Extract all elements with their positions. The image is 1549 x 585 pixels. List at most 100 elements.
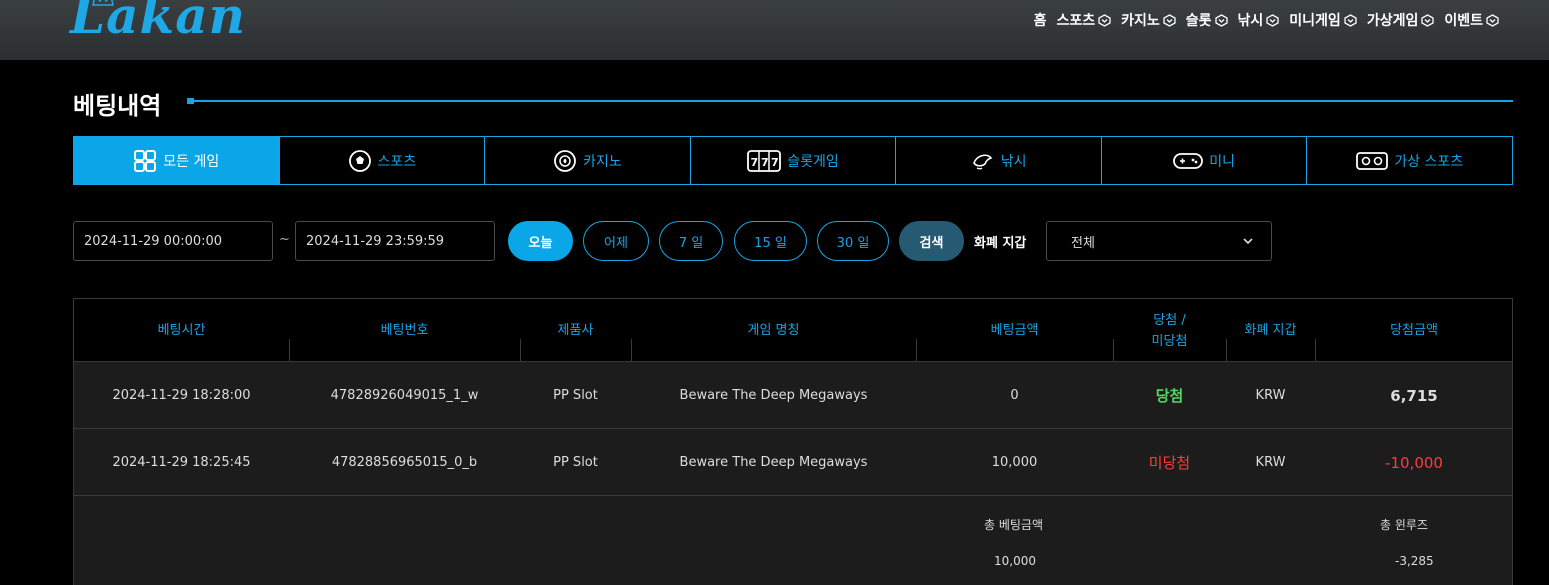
cell-bet: 10,000	[991, 455, 1038, 470]
gamepad-icon	[1173, 149, 1204, 173]
menu-chevron-icon	[1486, 13, 1499, 27]
column-divider	[1315, 339, 1316, 361]
search-button[interactable]: 검색	[899, 221, 964, 261]
tab-label: 스포츠	[377, 153, 417, 170]
column-divider	[1113, 339, 1114, 361]
poker-chip-icon	[553, 149, 577, 173]
brand-logo[interactable]: Lakan	[70, 0, 246, 45]
svg-text:7: 7	[761, 156, 769, 169]
vr-headset-icon	[1356, 149, 1389, 173]
column-header: 당첨 / 미당첨	[1151, 312, 1188, 349]
menu-chevron-icon	[1344, 13, 1357, 27]
cell-id: 47828856965015_0_b	[331, 455, 478, 470]
tab-label: 슬롯게임	[787, 153, 839, 170]
nav-item-label: 가상게임	[1366, 13, 1419, 29]
tab-4[interactable]: 낚시	[895, 137, 1101, 184]
soccer-ball-icon	[348, 149, 372, 173]
column-divider	[1226, 339, 1227, 361]
column-divider	[631, 339, 632, 361]
date-to-input[interactable]	[295, 221, 495, 261]
currency-wallet-value: 전체	[1071, 235, 1095, 251]
quick-range-button[interactable]: 7 일	[659, 221, 723, 261]
currency-wallet-select[interactable]: 전체	[1046, 221, 1272, 261]
cell-game: Beware The Deep Megaways	[679, 388, 868, 403]
nav-item-label: 홈	[1033, 13, 1047, 29]
main-nav: 홈 스포츠 카지노 슬롯 낚시 미니게임 가상게임 이벤트	[1034, 10, 1499, 30]
tab-label: 가상 스포츠	[1394, 153, 1464, 170]
quick-range-button[interactable]: 어제	[583, 221, 649, 261]
table-header: 베팅시간 베팅번호 제품사 게임 명칭 베팅금액 당첨 / 미당첨 화폐 지갑 당첨금액	[74, 299, 1512, 362]
column-header: 당첨금액	[1390, 323, 1438, 338]
date-from-input[interactable]	[73, 221, 273, 261]
game-category-tabs: 모든 게임 스포츠 카지노 7 7 7 슬롯게임 낚시 미니 가상 스포츠	[73, 136, 1513, 185]
total-winloss-value: -3,285	[1395, 554, 1434, 568]
column-header: 화폐 지갑	[1244, 323, 1297, 338]
page-title: 베팅내역	[73, 92, 162, 120]
tab-label: 카지노	[583, 153, 622, 170]
nav-item[interactable]: 슬롯	[1186, 10, 1228, 30]
quick-range-button[interactable]: 30 일	[817, 221, 889, 261]
cell-currency: KRW	[1255, 388, 1286, 403]
cell-bet: 0	[1010, 388, 1019, 403]
menu-chevron-icon	[1214, 13, 1228, 27]
tab-label: 미니	[1209, 153, 1236, 170]
cell-time: 2024-11-29 18:28:00	[112, 388, 251, 403]
menu-chevron-icon	[1163, 13, 1176, 27]
cell-currency: KRW	[1255, 455, 1286, 470]
betting-history-table: 베팅시간 베팅번호 제품사 게임 명칭 베팅금액 당첨 / 미당첨 화폐 지갑 당첨금액 20…	[73, 298, 1513, 585]
tab-6[interactable]: 가상 스포츠	[1306, 137, 1512, 184]
total-bet-value: 10,000	[994, 554, 1036, 568]
menu-chevron-icon	[1266, 13, 1279, 27]
nav-item[interactable]: 이벤트	[1444, 10, 1499, 30]
column-header: 베팅금액	[990, 323, 1039, 338]
nav-item[interactable]: 미니게임	[1289, 10, 1357, 30]
nav-item[interactable]: 카지노	[1121, 10, 1176, 30]
tab-label: 모든 게임	[163, 153, 220, 170]
cell-provider: PP Slot	[553, 388, 598, 403]
column-header: 게임 명칭	[747, 323, 800, 338]
column-divider	[520, 339, 521, 361]
cell-provider: PP Slot	[553, 455, 598, 470]
tab-2[interactable]: 카지노	[484, 137, 690, 184]
date-range-separator: ~	[279, 232, 290, 247]
table-row[interactable]: 2024-11-29 18:25:45 47828856965015_0_b PP …	[74, 429, 1512, 496]
svg-text:7: 7	[771, 156, 779, 169]
tab-0[interactable]: 모든 게임	[74, 137, 279, 184]
table-row[interactable]: 2024-11-29 18:28:00 47828926049015_1_w PP …	[74, 362, 1512, 429]
column-header: 제품사	[557, 323, 594, 338]
chevron-down-icon	[1243, 238, 1253, 245]
nav-item-label: 슬롯	[1185, 13, 1212, 29]
nav-item-label: 낚시	[1237, 13, 1264, 29]
nav-item-label: 카지노	[1121, 13, 1160, 29]
table-summary: 총 베팅금액 10,000 총 윈루즈 -3,285	[74, 496, 1512, 585]
grid-icon	[133, 149, 157, 173]
nav-item[interactable]: 스포츠	[1056, 10, 1111, 30]
top-navigation-bar: Lakan 홈 스포츠 카지노 슬롯 낚시 미니게임 가상게임 이벤트	[0, 0, 1549, 60]
total-winloss-label: 총 윈루즈	[1380, 518, 1428, 532]
quick-range-button[interactable]: 15 일	[734, 221, 807, 261]
column-divider	[289, 339, 290, 361]
tab-label: 낚시	[1000, 153, 1027, 170]
tab-5[interactable]: 미니	[1100, 137, 1307, 184]
total-bet-label: 총 베팅금액	[984, 518, 1044, 532]
cell-result: 미당첨	[1148, 454, 1191, 472]
cell-result: 당첨	[1155, 387, 1184, 405]
cell-id: 47828926049015_1_w	[330, 388, 479, 403]
slot-777-icon: 777	[747, 149, 782, 173]
cell-payout: 6,715	[1390, 386, 1438, 405]
quick-range-button[interactable]: 오늘	[508, 221, 573, 261]
tab-1[interactable]: 스포츠	[278, 137, 485, 184]
column-header: 베팅시간	[157, 323, 206, 338]
menu-chevron-icon	[1098, 13, 1111, 27]
nav-item[interactable]: 가상게임	[1367, 10, 1435, 30]
menu-chevron-icon	[1421, 13, 1435, 27]
nav-item-label: 이벤트	[1444, 13, 1483, 29]
nav-item[interactable]: 낚시	[1238, 10, 1280, 30]
nav-item-label: 스포츠	[1056, 13, 1096, 29]
nav-item[interactable]: 홈	[1034, 10, 1047, 30]
tab-3[interactable]: 7 7 7 슬롯게임	[689, 137, 896, 184]
nav-item-label: 미니게임	[1289, 13, 1341, 29]
fish-icon	[971, 149, 995, 173]
title-divider	[187, 100, 1513, 102]
cell-game: Beware The Deep Megaways	[679, 455, 868, 470]
